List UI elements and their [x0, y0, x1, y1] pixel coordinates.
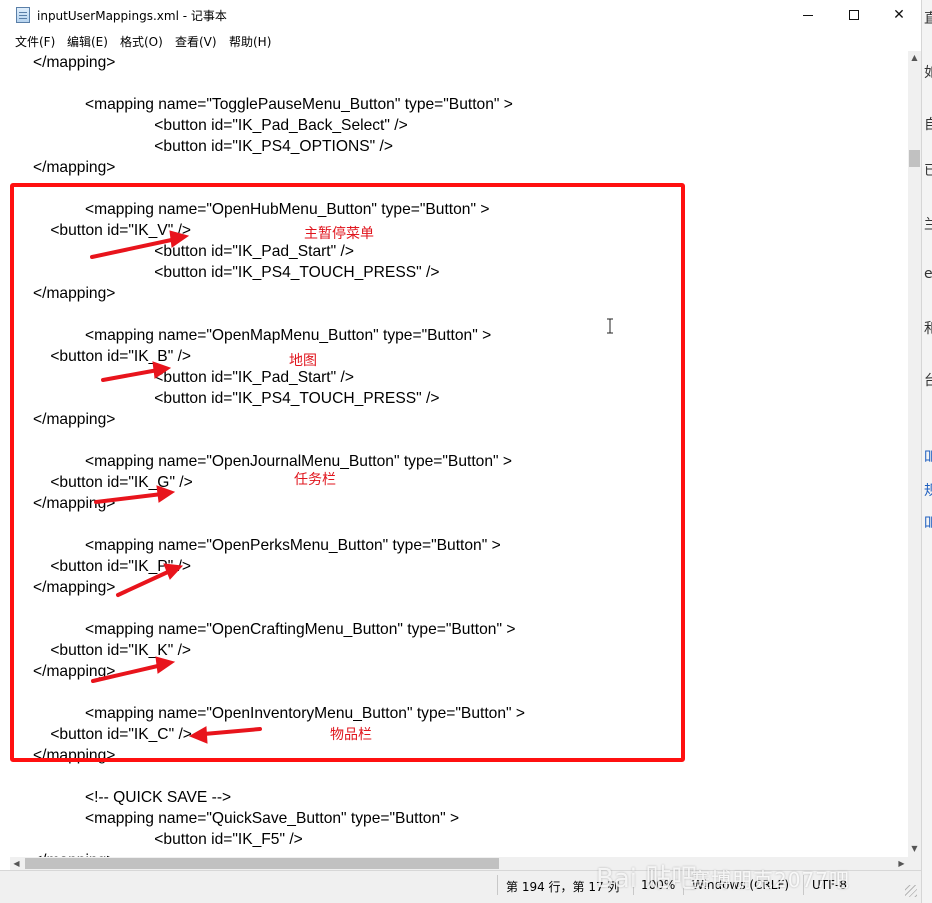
bg-fragment: 和 — [924, 318, 932, 338]
bg-fragment: 规 — [924, 480, 932, 500]
maximize-button[interactable] — [831, 0, 877, 30]
status-separator — [683, 875, 684, 895]
annotation-hub-menu: 主暂停菜单 — [304, 226, 374, 242]
status-separator — [633, 875, 634, 895]
maximize-icon — [849, 10, 859, 20]
horizontal-scrollbar[interactable]: ◀ ▶ — [10, 857, 908, 870]
scroll-left-icon[interactable]: ◀ — [10, 857, 23, 870]
cursor-position: 第 194 行，第 17 列 — [506, 880, 620, 894]
vertical-scroll-thumb[interactable] — [909, 150, 920, 167]
background-window: 直 如 自 已 兰 e 和 台 吅 规 吅 — [921, 0, 932, 903]
status-separator — [803, 875, 804, 895]
encoding: UTF-8 — [812, 878, 847, 892]
annotation-inventory: 物品栏 — [330, 727, 372, 743]
menu-view[interactable]: 查看(V) — [175, 33, 217, 50]
bg-fragment: 已 — [924, 160, 932, 180]
code-line: </mapping> — [33, 54, 116, 71]
vertical-scrollbar[interactable]: ▲ ▼ — [908, 51, 921, 857]
text-cursor-icon — [607, 318, 613, 334]
line-ending: Windows (CRLF) — [692, 878, 790, 892]
code-line: </mapping> — [33, 159, 116, 176]
bg-fragment: 台 — [924, 370, 932, 390]
menu-help[interactable]: 帮助(H) — [229, 33, 271, 50]
menu-file[interactable]: 文件(F) — [15, 33, 55, 50]
annotation-journal: 任务栏 — [294, 472, 336, 488]
bg-fragment: 吅 — [924, 512, 932, 532]
bg-fragment: 兰 — [924, 214, 932, 234]
code-line: <button id="IK_PS4_OPTIONS" /> — [33, 138, 393, 155]
resize-grip-icon[interactable] — [905, 885, 917, 897]
close-icon: ✕ — [893, 7, 905, 23]
status-separator — [497, 875, 498, 895]
menu-edit[interactable]: 编辑(E) — [67, 33, 108, 50]
scroll-up-icon[interactable]: ▲ — [909, 51, 920, 64]
annotation-map: 地图 — [289, 353, 317, 369]
zoom-level: 100% — [641, 878, 676, 892]
code-line: </mapping> — [33, 850, 115, 857]
close-button[interactable]: ✕ — [876, 0, 922, 30]
horizontal-scroll-thumb[interactable] — [25, 858, 499, 869]
bg-fragment: 吅 — [924, 446, 932, 466]
minimize-button[interactable] — [785, 0, 831, 30]
code-line: <mapping name="TogglePauseMenu_Button" t… — [33, 96, 513, 113]
code-line: <button id="IK_F5" /> — [33, 831, 303, 848]
code-line: <button id="IK_Pad_Back_Select" /> — [33, 117, 408, 134]
code-line: <mapping name="QuickSave_Button" type="B… — [33, 810, 460, 827]
minimize-icon — [803, 14, 813, 16]
notepad-icon — [16, 7, 30, 23]
status-bar: 第 194 行，第 17 列 100% Windows (CRLF) UTF-8 — [0, 870, 921, 903]
bg-fragment: 自 — [924, 114, 932, 134]
menu-bar: 文件(F) 编辑(E) 格式(O) 查看(V) 帮助(H) — [0, 30, 921, 51]
highlight-box — [10, 183, 685, 762]
bg-fragment: e — [924, 266, 932, 282]
bg-fragment: 如 — [924, 62, 932, 82]
bg-fragment: 直 — [924, 8, 932, 28]
code-line: <!-- QUICK SAVE --> — [33, 789, 232, 806]
window-title: inputUserMappings.xml - 记事本 — [37, 9, 227, 23]
title-bar[interactable]: inputUserMappings.xml - 记事本 ✕ — [0, 0, 921, 30]
menu-format[interactable]: 格式(O) — [120, 33, 163, 50]
scrollbar-corner — [908, 857, 921, 870]
scroll-down-icon[interactable]: ▼ — [909, 842, 920, 855]
scroll-right-icon[interactable]: ▶ — [895, 857, 908, 870]
